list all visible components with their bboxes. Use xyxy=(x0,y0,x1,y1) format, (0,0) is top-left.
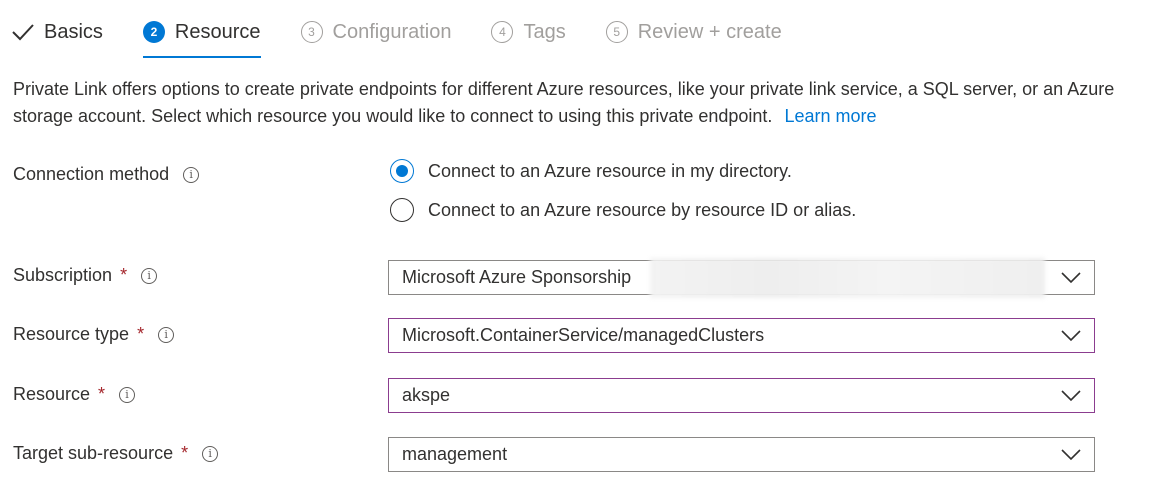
subscription-label-text: Subscription xyxy=(13,265,113,285)
connection-method-label: Connection method i xyxy=(13,164,200,185)
radio-in-directory[interactable]: Connect to an Azure resource in my direc… xyxy=(390,159,792,183)
required-asterisk: * xyxy=(181,443,189,463)
resource-type-label: Resource type * i xyxy=(13,324,175,345)
chevron-down-icon xyxy=(1060,327,1082,348)
learn-more-link[interactable]: Learn more xyxy=(784,106,876,126)
description-body: Private Link offers options to create pr… xyxy=(13,79,1115,126)
subscription-value: Microsoft Azure Sponsorship xyxy=(402,267,632,287)
step-number-badge: 2 xyxy=(142,21,165,43)
step-number-badge: 5 xyxy=(605,21,628,43)
resource-label: Resource * i xyxy=(13,384,136,405)
info-icon[interactable]: i xyxy=(141,267,158,284)
resource-value: akspe xyxy=(402,385,451,405)
resource-label-text: Resource xyxy=(13,384,91,404)
step-number-badge: 4 xyxy=(491,21,514,43)
tab-resource-label: Resource xyxy=(174,20,261,43)
info-icon[interactable]: i xyxy=(202,445,219,462)
chevron-down-icon xyxy=(1060,446,1082,467)
target-sub-resource-label-text: Target sub-resource xyxy=(13,443,174,463)
radio-checked-icon xyxy=(390,159,414,183)
required-asterisk: * xyxy=(137,324,145,344)
info-icon[interactable]: i xyxy=(119,386,136,403)
chevron-down-icon xyxy=(1060,269,1082,290)
target-sub-resource-dropdown[interactable]: management xyxy=(388,437,1095,472)
connection-method-text: Connection method xyxy=(13,164,170,184)
tab-tags-label: Tags xyxy=(523,20,566,43)
required-asterisk: * xyxy=(98,384,106,404)
redacted-subscription-id xyxy=(650,258,1045,298)
tab-tags[interactable]: 4 Tags xyxy=(491,14,566,50)
tab-basics-label: Basics xyxy=(44,20,103,43)
target-sub-resource-label: Target sub-resource * i xyxy=(13,443,219,464)
radio-by-resource-id-label: Connect to an Azure resource by resource… xyxy=(428,199,857,220)
tab-basics[interactable]: Basics xyxy=(12,14,103,50)
wizard-tabs: Basics 2 Resource 3 Configuration 4 Tags… xyxy=(12,14,822,58)
radio-in-directory-label: Connect to an Azure resource in my direc… xyxy=(428,160,792,181)
radio-by-resource-id[interactable]: Connect to an Azure resource by resource… xyxy=(390,198,856,222)
radio-unchecked-icon xyxy=(390,198,414,222)
checkmark-icon xyxy=(12,23,34,41)
target-sub-resource-value: management xyxy=(402,444,508,464)
subscription-label: Subscription * i xyxy=(13,265,158,286)
tab-configuration-label: Configuration xyxy=(332,20,452,43)
description-text: Private Link offers options to create pr… xyxy=(13,76,1123,130)
resource-dropdown[interactable]: akspe xyxy=(388,378,1095,413)
info-icon[interactable]: i xyxy=(183,166,200,183)
step-number-badge: 3 xyxy=(300,21,323,43)
required-asterisk: * xyxy=(120,265,128,285)
resource-type-value: Microsoft.ContainerService/managedCluste… xyxy=(402,325,765,345)
tab-review-create[interactable]: 5 Review + create xyxy=(605,14,782,50)
tab-configuration[interactable]: 3 Configuration xyxy=(300,14,452,50)
chevron-down-icon xyxy=(1060,387,1082,408)
info-icon[interactable]: i xyxy=(158,326,175,343)
resource-type-dropdown[interactable]: Microsoft.ContainerService/managedCluste… xyxy=(388,318,1095,353)
tab-review-create-label: Review + create xyxy=(637,20,782,43)
resource-type-label-text: Resource type xyxy=(13,324,130,344)
tab-resource[interactable]: 2 Resource xyxy=(142,14,261,58)
